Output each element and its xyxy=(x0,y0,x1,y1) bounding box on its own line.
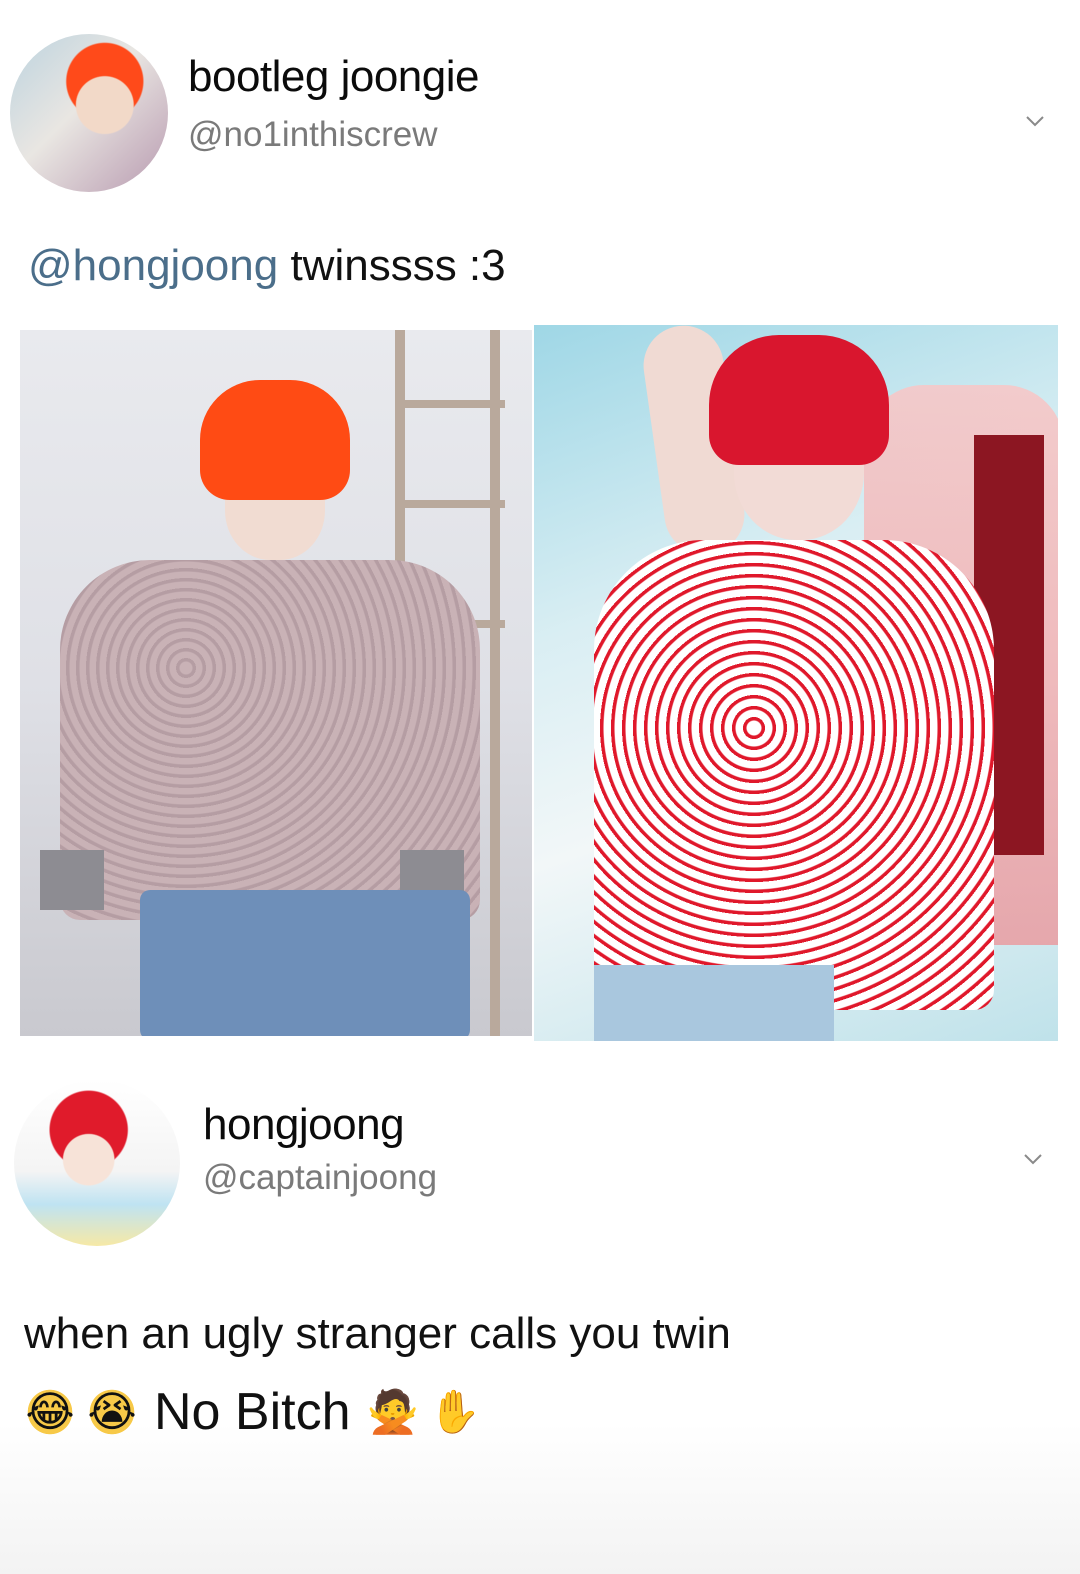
user-handle[interactable]: @no1inthiscrew xyxy=(188,115,438,155)
mention-link[interactable]: @hongjoong xyxy=(28,241,278,290)
avatar[interactable] xyxy=(10,34,168,192)
tweet-2: hongjoong @captainjoong when an ugly str… xyxy=(0,1070,1080,1574)
crying-emoji-icon: 😭 xyxy=(86,1386,138,1438)
hair xyxy=(200,380,350,500)
display-name[interactable]: hongjoong xyxy=(203,1100,405,1150)
attached-photo-right[interactable] xyxy=(534,325,1058,1041)
shelf-post xyxy=(490,330,500,1036)
chevron-down-icon[interactable] xyxy=(1022,1148,1044,1170)
display-name[interactable]: bootleg joongie xyxy=(188,52,479,102)
user-handle[interactable]: @captainjoong xyxy=(203,1158,437,1198)
tweet-text: when an ugly stranger calls you twin xyxy=(24,1309,731,1358)
jeans xyxy=(594,965,834,1041)
shelf-board xyxy=(395,400,505,408)
chevron-down-icon[interactable] xyxy=(1024,110,1046,132)
jeans xyxy=(140,890,470,1036)
gesture-no-emoji-icon: 🙅 xyxy=(366,1388,419,1435)
shelf-board xyxy=(395,500,505,508)
tweet-text-line2: 😂 😭 No Bitch 🙅 ✋ xyxy=(24,1382,481,1442)
hair xyxy=(709,335,889,465)
attached-photo-left[interactable] xyxy=(20,330,532,1036)
cuff xyxy=(40,850,104,910)
laughing-emoji-icon: 😂 xyxy=(24,1386,76,1438)
avatar[interactable] xyxy=(14,1080,180,1246)
tweet-text-body: twinssss :3 xyxy=(278,241,506,290)
cardigan xyxy=(594,540,994,1010)
tweet-text: @hongjoong twinssss :3 xyxy=(28,236,506,295)
tweet-1: bootleg joongie @no1inthiscrew @hongjoon… xyxy=(0,0,1080,1060)
raised-hand-emoji-icon: ✋ xyxy=(428,1388,481,1435)
tweet-text-body: No Bitch xyxy=(154,1383,351,1441)
